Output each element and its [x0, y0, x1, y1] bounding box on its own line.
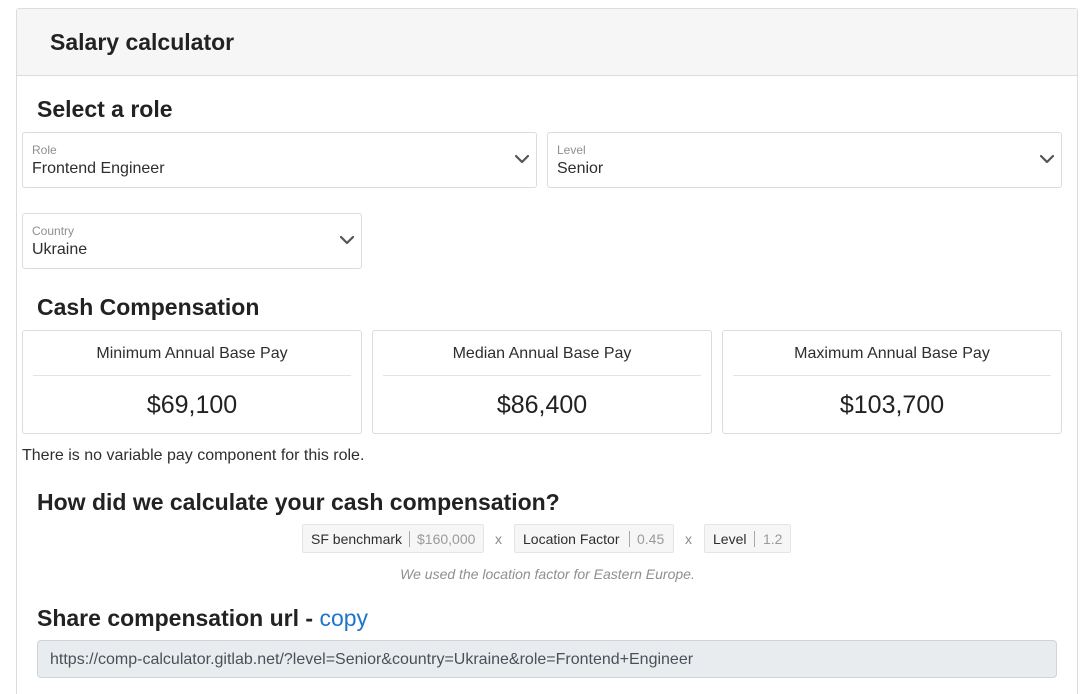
- panel-header: Salary calculator: [17, 9, 1077, 76]
- cash-compensation-heading: Cash Compensation: [37, 294, 260, 320]
- variable-pay-note: There is no variable pay component for t…: [22, 447, 365, 464]
- factor-divider: [754, 531, 755, 547]
- level-select-label: Level: [557, 143, 586, 157]
- level-factor: Level 1.2: [704, 524, 791, 553]
- median-pay-value: $86,400: [496, 391, 588, 419]
- min-pay-label: Minimum Annual Base Pay: [96, 345, 288, 362]
- level-select[interactable]: Level Senior: [547, 132, 1062, 188]
- factor-divider: [629, 531, 630, 547]
- median-pay-card: Median Annual Base Pay $86,400: [372, 330, 712, 434]
- min-pay-value: $69,100: [146, 391, 238, 419]
- card-divider: [33, 375, 351, 376]
- page-title: Salary calculator: [50, 29, 235, 55]
- factor-name: Location Factor: [523, 531, 620, 547]
- location-factor-caption: We used the location factor for Eastern …: [400, 566, 695, 582]
- factor-divider: [409, 531, 410, 547]
- select-role-heading: Select a role: [37, 96, 173, 122]
- multiply-operator: x: [685, 531, 692, 547]
- share-url-field[interactable]: https://comp-calculator.gitlab.net/?leve…: [37, 640, 1057, 678]
- median-pay-label: Median Annual Base Pay: [452, 345, 632, 362]
- factor-value: 0.45: [637, 531, 665, 547]
- max-pay-label: Maximum Annual Base Pay: [794, 345, 990, 362]
- role-select-label: Role: [32, 143, 57, 157]
- location-factor: Location Factor 0.45: [514, 524, 674, 553]
- copy-link[interactable]: copy: [319, 605, 368, 631]
- card-divider: [733, 375, 1051, 376]
- role-select[interactable]: Role Frontend Engineer: [22, 132, 537, 188]
- role-select-value: Frontend Engineer: [32, 160, 165, 177]
- factor-name: SF benchmark: [311, 531, 403, 547]
- calculation-heading: How did we calculate your cash compensat…: [37, 489, 560, 515]
- share-url-text: https://comp-calculator.gitlab.net/?leve…: [50, 651, 694, 668]
- factor-value: 1.2: [763, 531, 783, 547]
- chevron-down-icon: [1039, 154, 1055, 164]
- chevron-down-icon: [339, 235, 355, 245]
- country-select-label: Country: [32, 224, 75, 238]
- max-pay-value: $103,700: [839, 391, 945, 419]
- card-divider: [383, 375, 701, 376]
- min-pay-card: Minimum Annual Base Pay $69,100: [22, 330, 362, 434]
- share-heading: Share compensation url - copy: [37, 605, 368, 632]
- multiply-operator: x: [495, 531, 502, 547]
- country-select[interactable]: Country Ukraine: [22, 213, 362, 269]
- level-select-value: Senior: [557, 160, 604, 177]
- factor-name: Level: [713, 531, 747, 547]
- country-select-value: Ukraine: [32, 241, 88, 258]
- sf-benchmark-factor: SF benchmark $160,000: [302, 524, 484, 553]
- max-pay-card: Maximum Annual Base Pay $103,700: [722, 330, 1062, 434]
- chevron-down-icon: [514, 154, 530, 164]
- share-heading-text: Share compensation url -: [37, 605, 320, 631]
- factor-value: $160,000: [417, 531, 476, 547]
